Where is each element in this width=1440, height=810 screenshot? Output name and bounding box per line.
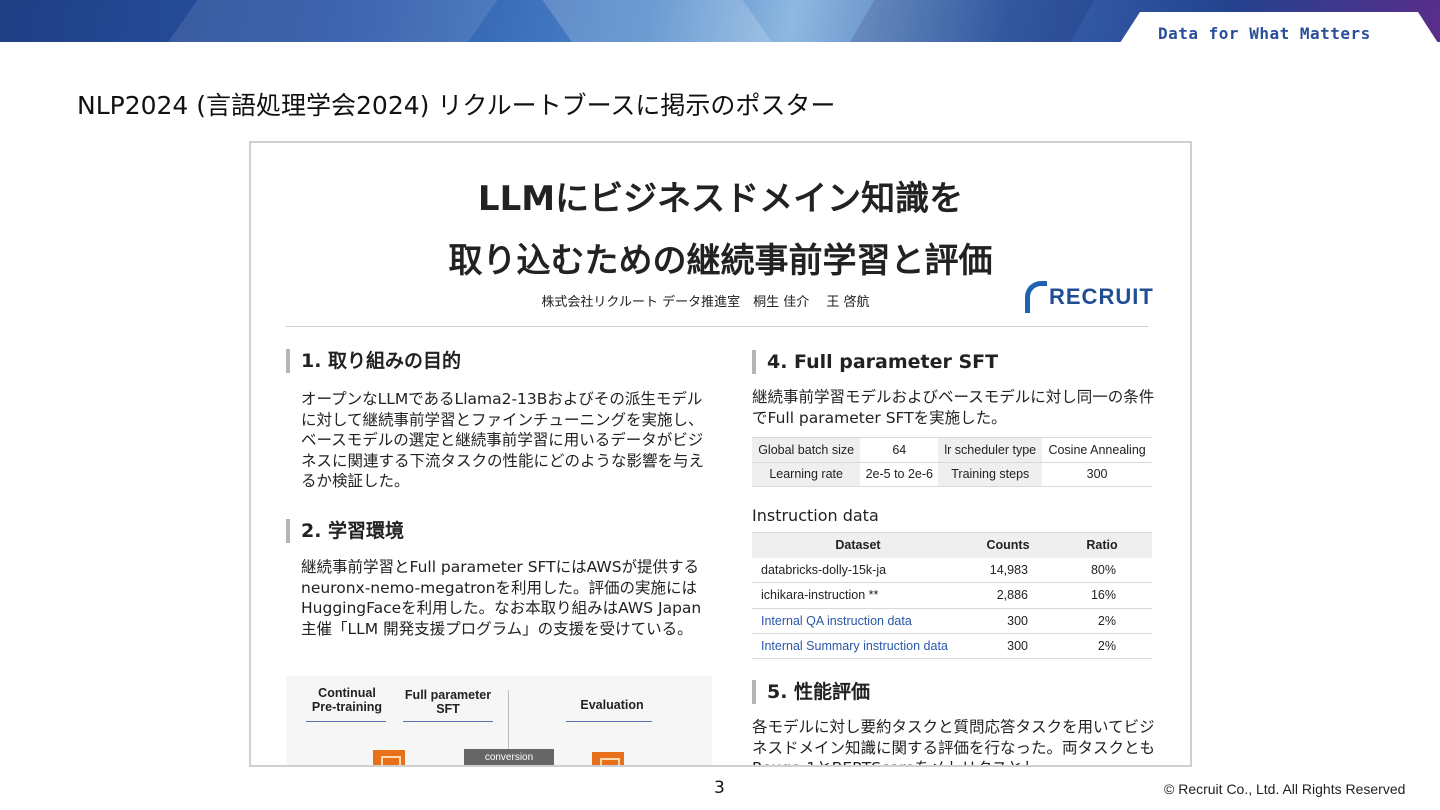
- dataset-count: 2,886: [964, 582, 1052, 609]
- copyright-notice: © Recruit Co., Ltd. All Rights Reserved: [1164, 781, 1406, 797]
- table-row: ichikara-instruction ** 2,886 16%: [752, 582, 1152, 609]
- page-number: 3: [714, 778, 725, 798]
- poster-image: LLMにビジネスドメイン知識を 取り込むための継続事前学習と評価 株式会社リクル…: [249, 141, 1192, 767]
- section-4-body: 継続事前学習モデルおよびベースモデルに対し同一の条件でFull paramete…: [752, 388, 1155, 427]
- slide-title: NLP2024 (言語処理学会2024) リクルートブースに掲示のポスター: [77, 91, 836, 120]
- param-value: 2e-5 to 2e-6: [860, 461, 939, 487]
- instruction-data-caption: Instruction data: [752, 506, 879, 525]
- diagram-label-sft: Full parameter SFT: [404, 688, 492, 716]
- column-header: Counts: [964, 532, 1052, 558]
- chip-icon: [373, 750, 405, 765]
- poster-divider: [286, 326, 1148, 327]
- poster-title-line1: LLMにビジネスドメイン知識を: [477, 179, 964, 219]
- section-5-heading: 5. 性能評価: [752, 680, 870, 704]
- dataset-count: 300: [964, 608, 1052, 634]
- recruit-logo-text: RECRUIT: [1049, 284, 1154, 309]
- param-key: Learning rate: [752, 461, 861, 487]
- dataset-name: databricks-dolly-15k-ja: [752, 557, 964, 584]
- diagram-label-eval: Evaluation: [580, 698, 644, 712]
- diagram-underline-sft: [403, 721, 493, 722]
- table-row: databricks-dolly-15k-ja 14,983 80%: [752, 557, 1152, 584]
- dataset-name: Internal QA instruction data: [752, 608, 964, 634]
- param-key: Global batch size: [752, 437, 861, 463]
- conversion-box: conversion: [464, 749, 554, 765]
- section-4-heading: 4. Full parameter SFT: [752, 350, 998, 374]
- param-key: lr scheduler type: [938, 437, 1043, 463]
- instruction-data-table: Dataset Counts Ratio databricks-dolly-15…: [752, 532, 1152, 660]
- table-header: Dataset Counts Ratio: [752, 532, 1152, 558]
- diagram-underline-cpt: [306, 721, 386, 722]
- dataset-ratio: 2%: [1052, 633, 1152, 660]
- section-1-heading: 1. 取り組みの目的: [286, 349, 461, 373]
- dataset-ratio: 2%: [1052, 608, 1152, 634]
- dataset-name: ichikara-instruction **: [752, 582, 964, 609]
- dataset-ratio: 80%: [1052, 557, 1152, 584]
- param-value: 300: [1042, 461, 1152, 487]
- param-value: 64: [860, 437, 939, 463]
- param-key: Training steps: [938, 461, 1043, 487]
- table-row: Internal QA instruction data 300 2%: [752, 608, 1152, 634]
- poster-title-line2: 取り込むための継続事前学習と評価: [448, 241, 993, 281]
- brand-tagline: Data for What Matters: [1158, 24, 1371, 43]
- chip-icon: [592, 752, 624, 765]
- diagram-label-cpt: Continual Pre-training: [311, 686, 383, 714]
- recruit-logo: RECRUIT: [1025, 279, 1154, 315]
- section-5-body: 各モデルに対し要約タスクと質問応答タスクを用いてビジネスドメイン知識に関する評価…: [752, 718, 1156, 765]
- training-pipeline-diagram: Continual Pre-training Full parameter SF…: [286, 676, 712, 765]
- dataset-name: Internal Summary instruction data: [752, 633, 964, 660]
- diagram-underline-eval: [566, 721, 652, 722]
- sft-params-table: Global batch size 64 lr scheduler type C…: [752, 437, 1152, 487]
- column-header: Ratio: [1052, 532, 1152, 558]
- section-1-body: オープンなLLMであるLlama2-13Bおよびその派生モデルに対して継続事前学…: [301, 390, 705, 490]
- dataset-count: 14,983: [964, 557, 1052, 584]
- dataset-ratio: 16%: [1052, 582, 1152, 609]
- section-2-body: 継続事前学習とFull parameter SFTにはAWSが提供するneuro…: [301, 558, 702, 638]
- section-2-heading: 2. 学習環境: [286, 519, 404, 543]
- table-row: Learning rate 2e-5 to 2e-6 Training step…: [752, 461, 1152, 487]
- param-value: Cosine Annealing: [1042, 437, 1152, 463]
- recruit-logo-icon: [1025, 281, 1047, 313]
- column-header: Dataset: [752, 532, 964, 558]
- table-row: Internal Summary instruction data 300 2%: [752, 633, 1152, 660]
- table-row: Global batch size 64 lr scheduler type C…: [752, 437, 1152, 463]
- dataset-count: 300: [964, 633, 1052, 660]
